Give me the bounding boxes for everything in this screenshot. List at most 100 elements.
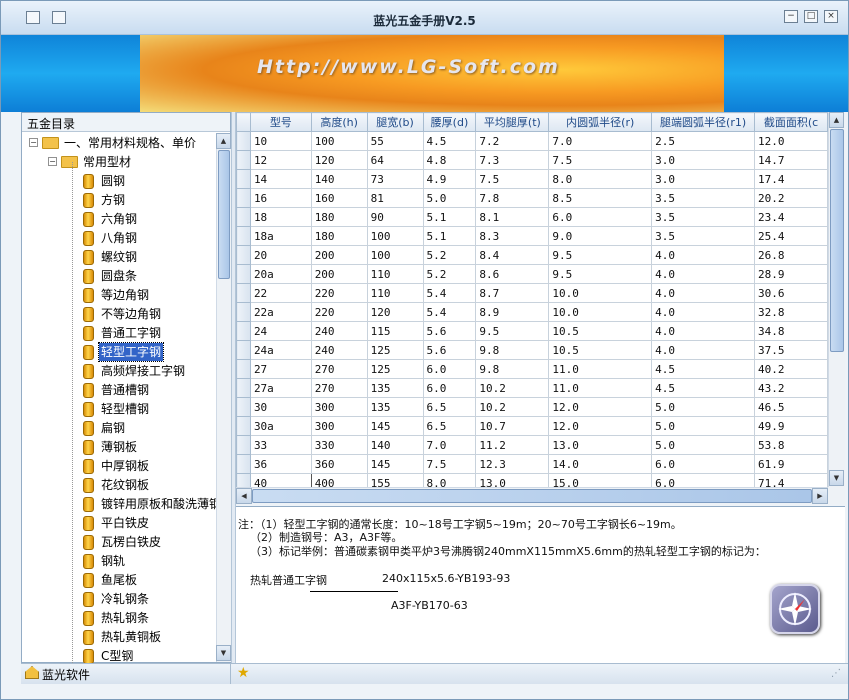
tree-item[interactable]: 鱼尾板 bbox=[22, 571, 218, 590]
table-cell[interactable]: 6.0 bbox=[651, 473, 756, 487]
table-cell[interactable]: 4.0 bbox=[651, 321, 756, 341]
scroll-up-icon[interactable]: ▲ bbox=[216, 133, 231, 149]
restore-button[interactable]: □ bbox=[804, 10, 818, 23]
tree-item[interactable]: 等边角钢 bbox=[22, 286, 218, 305]
table-cell[interactable]: 9.0 bbox=[548, 226, 653, 246]
table-cell[interactable]: 5.4 bbox=[422, 302, 477, 322]
row-selector[interactable] bbox=[236, 169, 251, 189]
table-cell[interactable]: 125 bbox=[366, 340, 424, 360]
table-cell[interactable]: 145 bbox=[366, 454, 424, 474]
table-cell[interactable]: 240 bbox=[310, 340, 368, 360]
table-cell[interactable]: 6.5 bbox=[422, 397, 477, 417]
collapse-icon[interactable]: − bbox=[29, 138, 38, 147]
table-cell[interactable]: 24a bbox=[249, 340, 312, 360]
table-cell[interactable]: 12.0 bbox=[548, 397, 653, 417]
table-row[interactable]: 30a 300 145 6.5 10.7 12.0 5.0 49.9 bbox=[236, 416, 828, 436]
row-selector[interactable] bbox=[236, 454, 251, 474]
table-cell[interactable]: 5.2 bbox=[422, 245, 477, 265]
table-cell[interactable]: 8.9 bbox=[475, 302, 550, 322]
table-cell[interactable]: 110 bbox=[366, 264, 424, 284]
table-cell[interactable]: 4.5 bbox=[422, 131, 477, 151]
table-cell[interactable]: 34.8 bbox=[754, 321, 828, 341]
table-cell[interactable]: 9.5 bbox=[548, 264, 653, 284]
column-header[interactable]: 截面面积(c bbox=[754, 112, 828, 132]
table-cell[interactable]: 5.1 bbox=[422, 226, 477, 246]
tree-item[interactable]: 轻型工字钢 bbox=[22, 342, 218, 362]
table-cell[interactable]: 100 bbox=[310, 131, 368, 151]
table-hscrollbar[interactable]: ◀ ▶ bbox=[236, 487, 828, 504]
tree-item[interactable]: 中厚钢板 bbox=[22, 457, 218, 476]
table-cell[interactable]: 18 bbox=[249, 207, 312, 227]
table-cell[interactable]: 6.0 bbox=[651, 454, 756, 474]
table-cell[interactable]: 8.4 bbox=[475, 245, 550, 265]
table-cell[interactable]: 14.7 bbox=[754, 150, 828, 170]
column-header[interactable]: 内圆弧半径(r) bbox=[548, 112, 653, 132]
row-selector[interactable] bbox=[236, 264, 251, 284]
table-cell[interactable]: 8.0 bbox=[548, 169, 653, 189]
tree-item[interactable]: 轻型槽钢 bbox=[22, 400, 218, 419]
table-cell[interactable]: 40 bbox=[249, 473, 312, 487]
tree-item[interactable]: 镀锌用原板和酸洗薄钢 bbox=[22, 495, 218, 514]
column-header[interactable]: 平均腿厚(t) bbox=[475, 112, 550, 132]
row-selector[interactable] bbox=[236, 359, 251, 379]
tree-item[interactable]: 八角钢 bbox=[22, 229, 218, 248]
tree-item[interactable]: 圆钢 bbox=[22, 172, 218, 191]
table-cell[interactable]: 330 bbox=[310, 435, 368, 455]
tree-item[interactable]: 热轧钢条 bbox=[22, 609, 218, 628]
table-cell[interactable]: 3.5 bbox=[651, 226, 756, 246]
row-selector[interactable] bbox=[236, 378, 251, 398]
table-cell[interactable]: 155 bbox=[366, 473, 424, 487]
table-cell[interactable]: 7.0 bbox=[548, 131, 653, 151]
table-cell[interactable]: 10 bbox=[249, 131, 312, 151]
tree-item[interactable]: 冷轧钢条 bbox=[22, 590, 218, 609]
table-cell[interactable]: 125 bbox=[366, 359, 424, 379]
table-cell[interactable]: 12 bbox=[249, 150, 312, 170]
table-cell[interactable]: 6.0 bbox=[548, 207, 653, 227]
close-button[interactable]: × bbox=[824, 10, 838, 23]
table-row[interactable]: 22 220 110 5.4 8.7 10.0 4.0 30.6 bbox=[236, 283, 828, 303]
table-cell[interactable]: 11.2 bbox=[475, 435, 550, 455]
table-cell[interactable]: 160 bbox=[310, 188, 368, 208]
row-selector[interactable] bbox=[236, 416, 251, 436]
table-cell[interactable]: 300 bbox=[310, 397, 368, 417]
table-cell[interactable]: 25.4 bbox=[754, 226, 828, 246]
row-selector[interactable] bbox=[236, 245, 251, 265]
table-cell[interactable]: 10.0 bbox=[548, 302, 653, 322]
table-cell[interactable]: 2.5 bbox=[651, 131, 756, 151]
table-cell[interactable]: 64 bbox=[366, 150, 424, 170]
tree-item[interactable]: 高频焊接工字钢 bbox=[22, 362, 218, 381]
table-row[interactable]: 33 330 140 7.0 11.2 13.0 5.0 53.8 bbox=[236, 435, 828, 455]
tree-item[interactable]: 薄钢板 bbox=[22, 438, 218, 457]
table-row[interactable]: 40 400 155 8.0 13.0 15.0 6.0 71.4 bbox=[236, 473, 828, 487]
row-selector[interactable] bbox=[236, 340, 251, 360]
table-cell[interactable]: 200 bbox=[310, 264, 368, 284]
tree-node-root[interactable]: − 一、常用材料规格、单价 bbox=[22, 134, 218, 153]
tree-item[interactable]: 不等边角钢 bbox=[22, 305, 218, 324]
table-cell[interactable]: 13.0 bbox=[475, 473, 550, 487]
table-cell[interactable]: 8.6 bbox=[475, 264, 550, 284]
table-cell[interactable]: 16 bbox=[249, 188, 312, 208]
table-cell[interactable]: 53.8 bbox=[754, 435, 828, 455]
table-cell[interactable]: 6.0 bbox=[422, 359, 477, 379]
table-scroll-up-icon[interactable]: ▲ bbox=[829, 112, 844, 128]
table-cell[interactable]: 43.2 bbox=[754, 378, 828, 398]
table-cell[interactable]: 270 bbox=[310, 378, 368, 398]
tree-scroll-thumb[interactable] bbox=[218, 150, 230, 279]
resize-grip-icon[interactable]: ⋰ bbox=[831, 668, 841, 679]
table-row[interactable]: 27a 270 135 6.0 10.2 11.0 4.5 43.2 bbox=[236, 378, 828, 398]
tree-item[interactable]: 方钢 bbox=[22, 191, 218, 210]
tree-item[interactable]: C型钢 bbox=[22, 647, 218, 663]
tree-item[interactable]: 平白铁皮 bbox=[22, 514, 218, 533]
row-selector[interactable] bbox=[236, 435, 251, 455]
table-cell[interactable]: 200 bbox=[310, 245, 368, 265]
table-cell[interactable]: 27a bbox=[249, 378, 312, 398]
table-row[interactable]: 30 300 135 6.5 10.2 12.0 5.0 46.5 bbox=[236, 397, 828, 417]
table-cell[interactable]: 5.4 bbox=[422, 283, 477, 303]
table-cell[interactable]: 110 bbox=[366, 283, 424, 303]
table-cell[interactable]: 90 bbox=[366, 207, 424, 227]
row-selector[interactable] bbox=[236, 283, 251, 303]
table-cell[interactable]: 71.4 bbox=[754, 473, 828, 487]
scroll-down-icon[interactable]: ▼ bbox=[216, 645, 231, 661]
table-cell[interactable]: 8.1 bbox=[475, 207, 550, 227]
table-cell[interactable]: 61.9 bbox=[754, 454, 828, 474]
